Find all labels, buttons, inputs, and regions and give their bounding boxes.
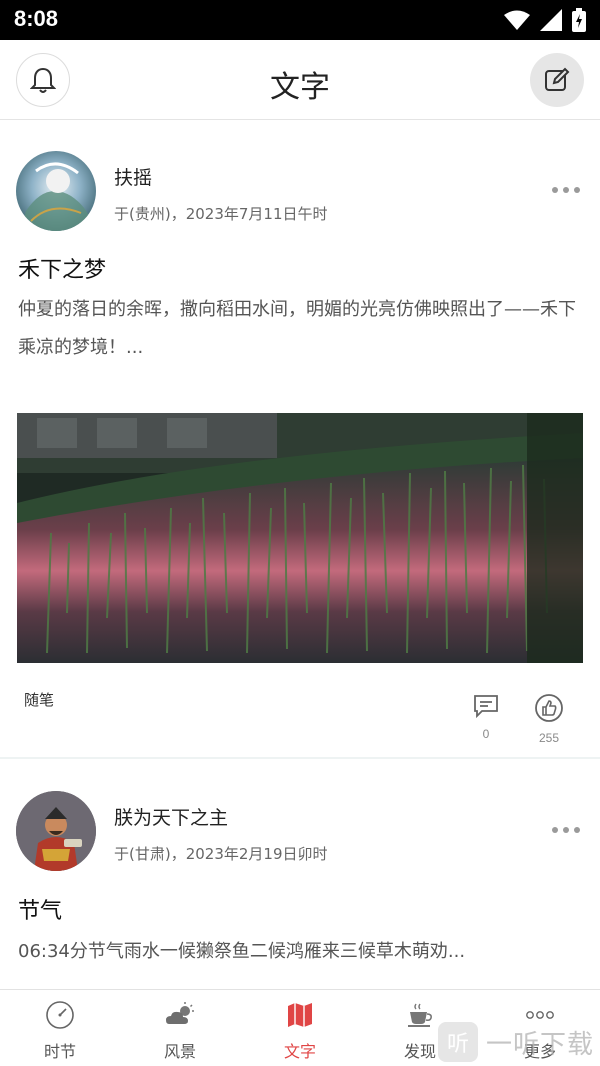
tab-fengjing[interactable]: 风景 bbox=[135, 1000, 225, 1062]
post-feed[interactable]: 扶摇 于(贵州)，2023年7月11日午时 禾下之梦 仲夏的落日的余晖，撒向稻田… bbox=[0, 121, 600, 989]
status-time: 8:08 bbox=[14, 6, 59, 31]
comment-icon bbox=[474, 695, 498, 719]
clock-icon bbox=[46, 1001, 74, 1029]
signal-icon bbox=[540, 9, 562, 31]
post-excerpt[interactable]: 06:34分节气雨水一候獭祭鱼二候鸿雁来三候草木萌劝... bbox=[18, 933, 584, 971]
avatar[interactable] bbox=[16, 791, 96, 871]
post-meta: 于(贵州)，2023年7月11日午时 bbox=[114, 205, 328, 223]
watermark-text: 一听下载 bbox=[485, 1029, 594, 1060]
status-bar: 8:08 bbox=[0, 0, 600, 40]
post-tag[interactable]: 随笔 bbox=[24, 689, 54, 710]
compose-button[interactable] bbox=[530, 53, 584, 107]
cloud-sun-icon bbox=[166, 1002, 194, 1024]
more-dot bbox=[552, 827, 558, 833]
coffee-cup-icon bbox=[408, 1003, 432, 1027]
battery-icon bbox=[572, 8, 586, 32]
post-card[interactable]: 扶摇 于(贵州)，2023年7月11日午时 禾下之梦 仲夏的落日的余晖，撒向稻田… bbox=[0, 121, 600, 757]
tab-wenzi[interactable]: 文字 bbox=[255, 1000, 345, 1062]
edit-icon bbox=[545, 67, 570, 91]
like-count: 255 bbox=[538, 731, 560, 745]
author-name[interactable]: 扶摇 bbox=[114, 163, 152, 190]
author-name[interactable]: 朕为天下之主 bbox=[114, 803, 228, 830]
page-title: 文字 bbox=[270, 70, 330, 105]
post-meta: 于(甘肃)，2023年2月19日卯时 bbox=[114, 845, 328, 863]
status-icons bbox=[504, 8, 586, 32]
post-image[interactable] bbox=[17, 413, 583, 663]
more-options-button[interactable] bbox=[552, 187, 580, 193]
post-card[interactable]: 朕为天下之主 于(甘肃)，2023年2月19日卯时 节气 06:34分节气雨水一… bbox=[0, 759, 600, 989]
more-dot bbox=[574, 827, 580, 833]
more-options-button[interactable] bbox=[552, 827, 580, 833]
more-dot bbox=[552, 187, 558, 193]
comment-count: 0 bbox=[482, 727, 490, 741]
watermark: 听 一听下载 bbox=[437, 1022, 594, 1062]
thumbs-up-icon bbox=[535, 694, 563, 722]
tab-label: 风景 bbox=[163, 1042, 196, 1061]
avatar[interactable] bbox=[16, 151, 96, 231]
tab-label: 文字 bbox=[283, 1042, 316, 1061]
comment-button[interactable]: 0 bbox=[466, 693, 506, 741]
post-excerpt[interactable]: 仲夏的落日的余晖，撒向稻田水间，明媚的光亮仿佛映照出了——禾下乘凉的梦境！... bbox=[18, 291, 584, 367]
post-title[interactable]: 节气 bbox=[18, 893, 62, 925]
map-icon bbox=[288, 1003, 312, 1027]
watermark-badge: 听 bbox=[437, 1022, 478, 1062]
app-header: 文字 bbox=[0, 40, 600, 120]
more-dot bbox=[563, 187, 569, 193]
tab-shijie[interactable]: 时节 bbox=[15, 1000, 105, 1062]
post-title[interactable]: 禾下之梦 bbox=[18, 252, 106, 284]
more-dot bbox=[563, 827, 569, 833]
wifi-icon bbox=[504, 10, 530, 30]
more-dot bbox=[574, 187, 580, 193]
like-button[interactable]: 255 bbox=[529, 693, 569, 745]
tab-label: 时节 bbox=[43, 1042, 76, 1061]
